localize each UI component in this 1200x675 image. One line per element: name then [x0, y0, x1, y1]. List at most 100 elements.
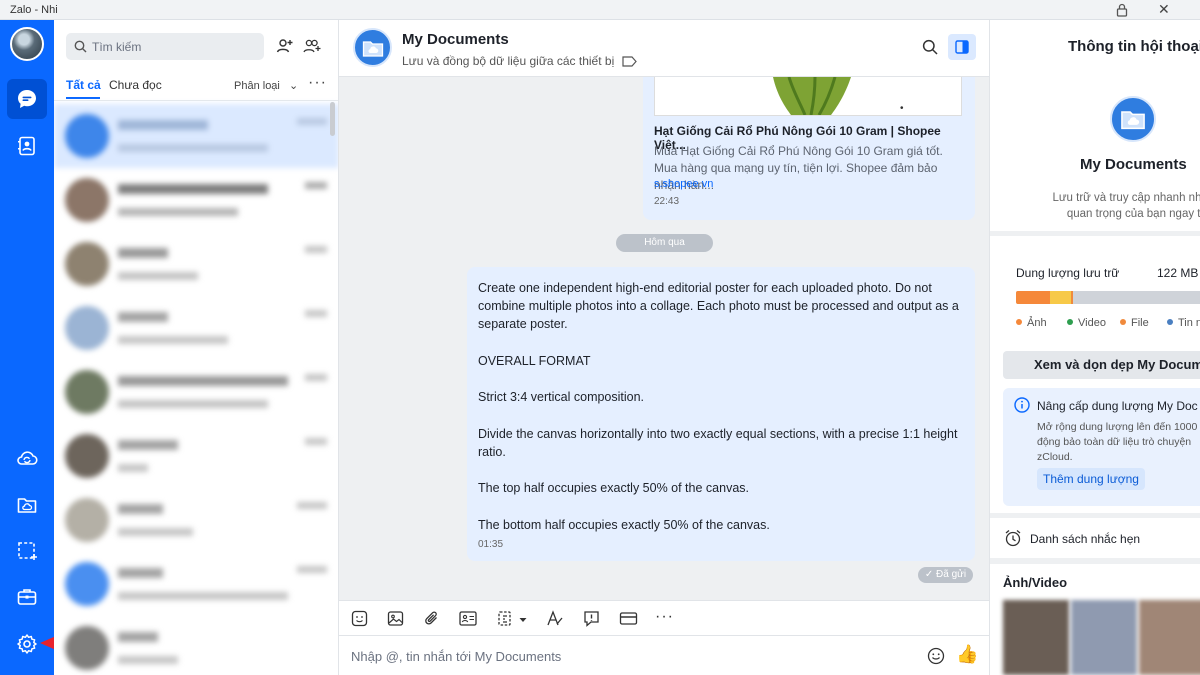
conversation-name-blurred: [118, 312, 168, 322]
list-item[interactable]: [54, 104, 338, 168]
tab-unread[interactable]: Chưa đọc: [109, 78, 162, 92]
avatar: [65, 626, 109, 670]
info-icon: [1014, 397, 1030, 418]
list-item[interactable]: [54, 360, 338, 424]
search-in-chat-icon[interactable]: [922, 39, 938, 60]
caret-down-icon[interactable]: [518, 612, 528, 630]
nav-my-documents[interactable]: [7, 485, 47, 525]
message-paragraph: The top half occupies exactly 50% of the…: [478, 481, 749, 496]
view-and-clean-button[interactable]: Xem và dọn dẹp My Docum: [1003, 351, 1200, 379]
media-thumbnail[interactable]: [1071, 600, 1137, 675]
list-item[interactable]: [54, 424, 338, 488]
media-thumbnail[interactable]: [1139, 600, 1200, 675]
message-paragraph: Create one independent high-end editoria…: [478, 281, 959, 332]
list-item[interactable]: [54, 616, 338, 675]
conversation-name-blurred: [118, 632, 158, 642]
user-avatar[interactable]: [10, 27, 44, 61]
list-item[interactable]: [54, 168, 338, 232]
legend-message: Tin n: [1167, 317, 1200, 329]
nav-cloud[interactable]: [7, 438, 47, 478]
attachment-icon[interactable]: [423, 610, 440, 632]
date-separator: Hôm qua: [616, 234, 713, 252]
nav-messages[interactable]: [7, 79, 47, 119]
folder-cloud-icon: [1121, 111, 1145, 130]
sticker-icon[interactable]: [351, 610, 368, 632]
chat-avatar[interactable]: [353, 28, 392, 67]
briefcase-icon: [17, 589, 37, 605]
folder-cloud-icon: [362, 40, 383, 57]
message-bubble[interactable]: Create one independent high-end editoria…: [467, 267, 975, 561]
chat-title[interactable]: My Documents: [402, 31, 509, 48]
payment-card-icon[interactable]: [619, 610, 638, 632]
conversation-preview-blurred: [118, 400, 268, 408]
nav-screenshot[interactable]: [7, 531, 47, 571]
link-preview-card[interactable]: • Hạt Giống Cải Rổ Phú Nông Gói 10 Gram …: [643, 77, 975, 220]
capture-icon: [18, 542, 37, 560]
list-item[interactable]: [54, 552, 338, 616]
storage-size: 122 MB: [1157, 266, 1199, 280]
reminder-list-row[interactable]: Danh sách nhắc hẹn: [990, 518, 1200, 558]
tag-icon[interactable]: [622, 54, 637, 72]
upgrade-title: Nâng cấp dung lượng My Doc: [1037, 399, 1198, 413]
avatar: [65, 178, 109, 222]
conversation-time-blurred: [305, 438, 327, 445]
more-options-icon[interactable]: ···: [308, 74, 327, 92]
chevron-down-icon: ⌄: [288, 80, 299, 92]
message-paragraph: Strict 3:4 vertical composition.: [478, 390, 645, 405]
create-group-icon[interactable]: [303, 37, 321, 60]
filter-dropdown[interactable]: Phân loại ⌄: [234, 79, 298, 92]
image-icon[interactable]: [387, 610, 404, 632]
emoji-icon[interactable]: [927, 647, 945, 670]
list-scrollbar[interactable]: [330, 102, 335, 136]
info-avatar[interactable]: [1110, 96, 1156, 142]
sent-status-badge: ✓ Đã gửi: [918, 567, 973, 583]
tab-all[interactable]: Tất cả: [66, 78, 101, 92]
media-label[interactable]: Ảnh/Video: [1003, 575, 1067, 590]
urgent-message-icon[interactable]: [583, 610, 600, 632]
window-close-icon[interactable]: ✕: [1158, 1, 1170, 18]
avatar: [65, 370, 109, 414]
conversation-preview-blurred: [118, 528, 193, 536]
storage-section: Dung lượng lưu trữ 122 MB Ảnh Video File…: [990, 236, 1200, 513]
reminder-label: Danh sách nhắc hẹn: [1030, 532, 1141, 546]
add-storage-button[interactable]: Thêm dung lượng: [1037, 468, 1145, 490]
message-input[interactable]: [351, 646, 911, 666]
conversation-info-panel: Thông tin hội thoại My Documents Lưu trữ…: [989, 20, 1200, 675]
link-preview-image: •: [654, 77, 962, 116]
info-name: My Documents: [1080, 156, 1187, 173]
contacts-icon: [18, 136, 35, 156]
nav-contacts[interactable]: [7, 126, 47, 166]
message-paragraph: OVERALL FORMAT: [478, 353, 591, 368]
conversation-preview-blurred: [118, 272, 198, 280]
info-description-line: Lưu trữ và truy cập nhanh những n: [1052, 192, 1200, 204]
add-friend-icon[interactable]: [276, 37, 294, 60]
text-format-icon[interactable]: [546, 610, 564, 632]
search-box[interactable]: [66, 33, 264, 60]
toggle-info-panel-icon[interactable]: [948, 34, 976, 60]
media-thumbnail[interactable]: [1003, 600, 1069, 675]
more-tools-icon[interactable]: ···: [655, 608, 674, 626]
storage-segment-file: [1071, 291, 1073, 304]
screenshot-icon[interactable]: [497, 610, 514, 632]
list-item[interactable]: [54, 488, 338, 552]
list-item[interactable]: [54, 296, 338, 360]
nav-zbusiness[interactable]: [7, 577, 47, 617]
conversation-list: [54, 104, 338, 675]
conversation-name-blurred: [118, 184, 268, 194]
conversation-preview-blurred: [118, 208, 238, 216]
message-composer: 👍: [339, 636, 989, 675]
conversation-time-blurred: [305, 182, 327, 189]
list-item[interactable]: [54, 232, 338, 296]
alarm-clock-icon: [1004, 529, 1022, 552]
info-header: Thông tin hội thoại My Documents Lưu trữ…: [990, 20, 1200, 231]
conversation-preview-blurred: [118, 336, 228, 344]
link-host[interactable]: s.shopee.vn: [654, 178, 713, 190]
conversation-time-blurred: [305, 310, 327, 317]
search-input[interactable]: [92, 33, 257, 60]
contact-card-icon[interactable]: [459, 610, 477, 632]
tab-active-indicator: [66, 97, 100, 99]
storage-usage-bar: [1016, 291, 1200, 304]
conversation-time-blurred: [297, 118, 327, 125]
thumbs-up-icon[interactable]: 👍: [956, 644, 978, 665]
folder-cloud-icon: [17, 498, 37, 513]
